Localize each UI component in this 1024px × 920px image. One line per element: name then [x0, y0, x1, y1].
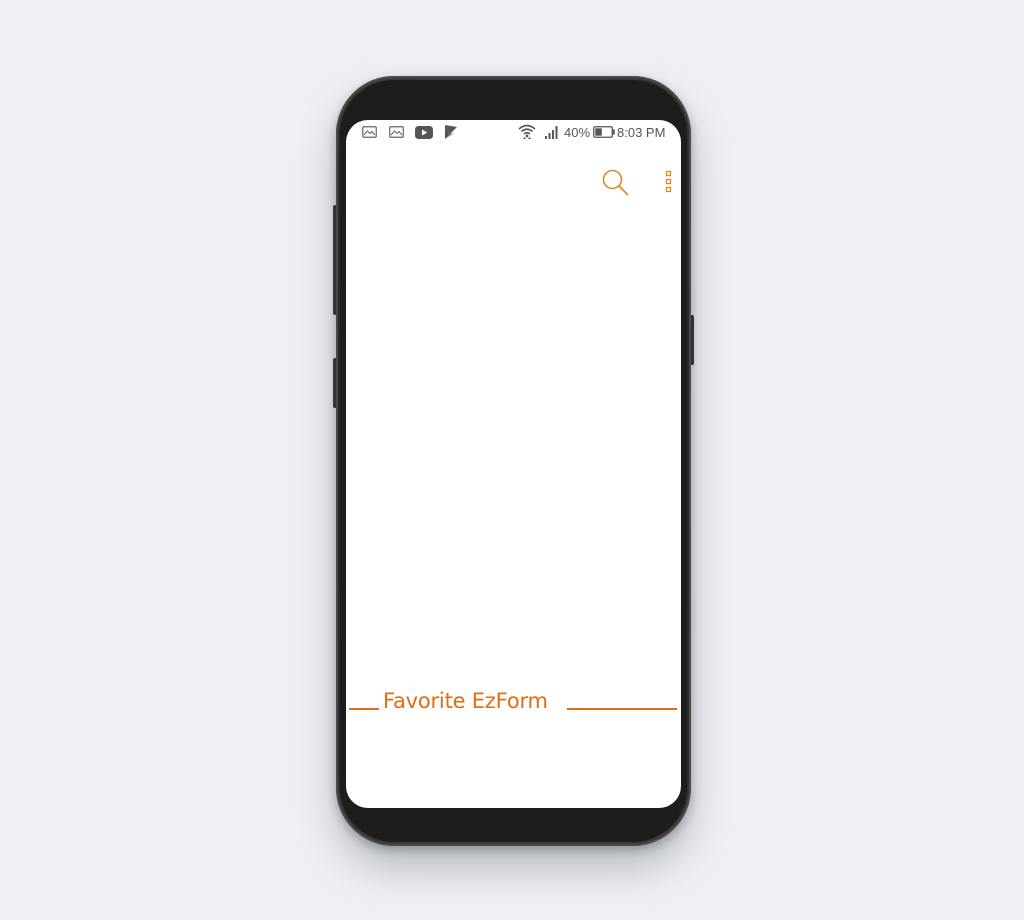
image-icon: [362, 126, 377, 138]
phone-screen: 40% 8:03 PM Favorite EzForm: [346, 120, 681, 808]
image-icon: [389, 126, 404, 138]
youtube-icon: [415, 126, 433, 139]
divider-right: [567, 708, 677, 710]
search-icon[interactable]: [601, 168, 631, 198]
play-store-icon: [445, 125, 457, 139]
favorites-header: Favorite EzForm: [346, 686, 681, 720]
battery-percent: 40%: [564, 125, 591, 140]
more-vert-icon[interactable]: [662, 170, 676, 194]
battery-icon: [593, 126, 615, 138]
clock-time: 8:03 PM: [617, 125, 666, 140]
signal-icon: [545, 126, 558, 139]
page-stage: 40% 8:03 PM Favorite EzForm: [0, 0, 1024, 920]
divider-left: [349, 708, 379, 710]
status-bar: 40% 8:03 PM: [346, 120, 681, 146]
wifi-icon: [518, 124, 536, 139]
favorites-title: Favorite EzForm: [383, 689, 548, 713]
